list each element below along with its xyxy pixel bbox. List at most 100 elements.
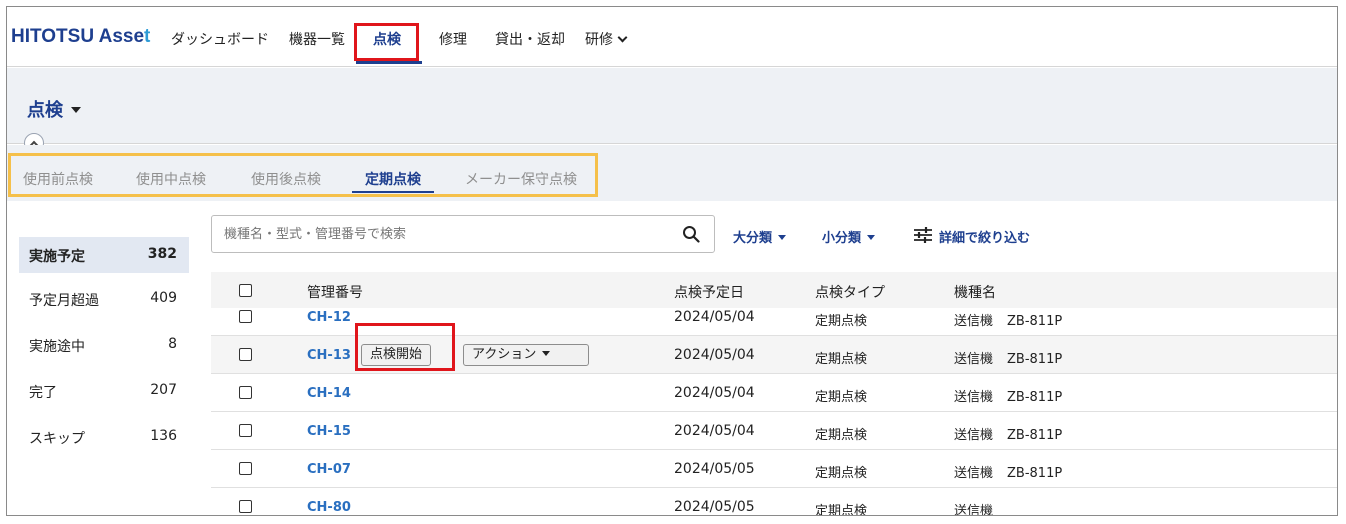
action-menu-label: アクション (472, 347, 537, 362)
row-name: 送信機 ZB-811P (954, 462, 1062, 481)
status-count: 136 (150, 428, 177, 444)
page-title-text: 点検 (27, 100, 63, 121)
page-header: 点検 (7, 68, 1337, 153)
page-title[interactable]: 点検 (27, 96, 81, 122)
tab-in-use[interactable]: 使用中点検 (136, 169, 206, 189)
row-date: 2024/05/05 (674, 461, 755, 477)
search-input[interactable] (224, 222, 664, 246)
row-id[interactable]: CH-14 (307, 386, 351, 401)
advanced-filter-link[interactable]: 詳細で絞り込む (939, 227, 1030, 246)
filter-sliders-icon[interactable] (913, 226, 933, 244)
row-id[interactable]: CH-80 (307, 500, 351, 515)
status-count: 8 (168, 336, 177, 352)
tab-post-use[interactable]: 使用後点検 (251, 169, 321, 189)
header-date[interactable]: 点検予定日 (674, 282, 744, 302)
logo[interactable]: HITOTSU Asset (11, 26, 150, 48)
status-item-scheduled[interactable]: 実施予定 382 (19, 237, 189, 273)
table-row[interactable]: CH-15 2024/05/04 定期点検 送信機 ZB-811P (211, 412, 1337, 450)
tab-active-indicator (352, 191, 434, 193)
status-label: 実施途中 (29, 339, 85, 355)
table-row[interactable]: CH-07 2024/05/05 定期点検 送信機 ZB-811P (211, 450, 1337, 488)
status-count: 382 (147, 246, 177, 262)
caret-down-icon (71, 107, 81, 113)
row-date: 2024/05/05 (674, 499, 755, 515)
row-id[interactable]: CH-07 (307, 462, 351, 477)
status-count: 409 (150, 290, 177, 306)
nav-equipment-list[interactable]: 機器一覧 (289, 29, 345, 49)
row-model: ZB-811P (1007, 466, 1063, 481)
caret-down-icon (778, 235, 787, 240)
app-window: HITOTSU Asset ダッシュボード 機器一覧 点検 修理 貸出・返却 研… (6, 6, 1338, 516)
chevron-down-icon (617, 32, 628, 43)
header-type[interactable]: 点検タイプ (815, 282, 885, 302)
tab-pre-use[interactable]: 使用前点検 (23, 169, 93, 189)
row-type: 定期点検 (815, 314, 868, 329)
nav-repair[interactable]: 修理 (439, 29, 467, 49)
status-list: 実施予定 382 予定月超過 409 実施途中 8 完了 207 スキップ 13… (7, 201, 197, 515)
nav-active-indicator (356, 61, 422, 64)
nav-dashboard[interactable]: ダッシュボード (171, 29, 269, 49)
tab-periodic[interactable]: 定期点検 (365, 169, 421, 189)
row-date: 2024/05/04 (674, 423, 755, 439)
status-label: 完了 (29, 385, 57, 401)
row-type: 定期点検 (815, 504, 868, 516)
major-category-filter[interactable]: 大分類 (733, 227, 787, 246)
row-id[interactable]: CH-13 (307, 348, 351, 363)
row-date: 2024/05/04 (674, 385, 755, 401)
row-checkbox[interactable] (239, 424, 252, 437)
row-date: 2024/05/04 (674, 347, 755, 363)
search-icon[interactable] (682, 225, 700, 243)
row-name: 送信機 ZB-811P (954, 386, 1062, 405)
row-name: 送信機 ZB-811P (954, 310, 1062, 329)
row-name-text: 送信機 (954, 504, 994, 516)
action-menu-button[interactable]: アクション (463, 344, 589, 366)
table-row[interactable]: CH-80 2024/05/05 定期点検 送信機 (211, 488, 1337, 516)
status-item-in-progress[interactable]: 実施途中 8 (19, 327, 189, 363)
row-model: ZB-811P (1007, 352, 1063, 367)
tab-maker-maintenance[interactable]: メーカー保守点検 (465, 169, 577, 189)
table-header: 管理番号 点検予定日 点検タイプ 機種名 (211, 272, 1337, 308)
select-all-checkbox[interactable] (239, 284, 252, 297)
major-category-label: 大分類 (733, 231, 773, 246)
inspection-table: 管理番号 点検予定日 点検タイプ 機種名 CH-12 2024/05/04 定期… (211, 272, 1337, 516)
row-type: 定期点検 (815, 352, 868, 367)
row-name-text: 送信機 (954, 428, 994, 443)
row-model: ZB-811P (1007, 314, 1063, 329)
top-nav: HITOTSU Asset ダッシュボード 機器一覧 点検 修理 貸出・返却 研… (7, 7, 1337, 67)
row-checkbox[interactable] (239, 500, 252, 513)
search-box (211, 215, 715, 253)
row-name: 送信機 (954, 500, 1007, 516)
status-item-completed[interactable]: 完了 207 (19, 373, 189, 409)
row-checkbox[interactable] (239, 462, 252, 475)
logo-text: HITOTSU Asse (11, 26, 145, 47)
row-checkbox[interactable] (239, 310, 252, 323)
row-checkbox[interactable] (239, 386, 252, 399)
row-type: 定期点検 (815, 428, 868, 443)
header-id[interactable]: 管理番号 (307, 282, 363, 302)
table-row[interactable]: CH-13 点検開始 アクション 2024/05/04 定期点検 送信機 ZB-8… (211, 336, 1337, 374)
table-row[interactable]: CH-14 2024/05/04 定期点検 送信機 ZB-811P (211, 374, 1337, 412)
row-name-text: 送信機 (954, 352, 994, 367)
caret-down-icon (867, 235, 876, 240)
nav-lending[interactable]: 貸出・返却 (495, 29, 565, 49)
row-model: ZB-811P (1007, 428, 1063, 443)
inspection-tabs: 使用前点検 使用中点検 使用後点検 定期点検 メーカー保守点検 (7, 145, 1337, 201)
nav-inspection[interactable]: 点検 (373, 29, 401, 49)
status-item-overdue[interactable]: 予定月超過 409 (19, 281, 189, 317)
header-name[interactable]: 機種名 (954, 282, 996, 302)
status-label: スキップ (29, 431, 85, 447)
nav-training-label: 研修 (585, 32, 613, 48)
row-name: 送信機 ZB-811P (954, 348, 1062, 367)
start-inspection-button[interactable]: 点検開始 (361, 344, 432, 366)
row-checkbox[interactable] (239, 348, 252, 361)
nav-training[interactable]: 研修 (585, 29, 628, 49)
minor-category-label: 小分類 (822, 231, 862, 246)
caret-down-icon (542, 351, 551, 356)
minor-category-filter[interactable]: 小分類 (822, 227, 876, 246)
row-id[interactable]: CH-15 (307, 424, 351, 439)
status-item-skipped[interactable]: スキップ 136 (19, 419, 189, 455)
row-id[interactable]: CH-12 (307, 310, 351, 325)
row-name-text: 送信機 (954, 466, 994, 481)
row-name-text: 送信機 (954, 390, 994, 405)
row-model: ZB-811P (1007, 390, 1063, 405)
